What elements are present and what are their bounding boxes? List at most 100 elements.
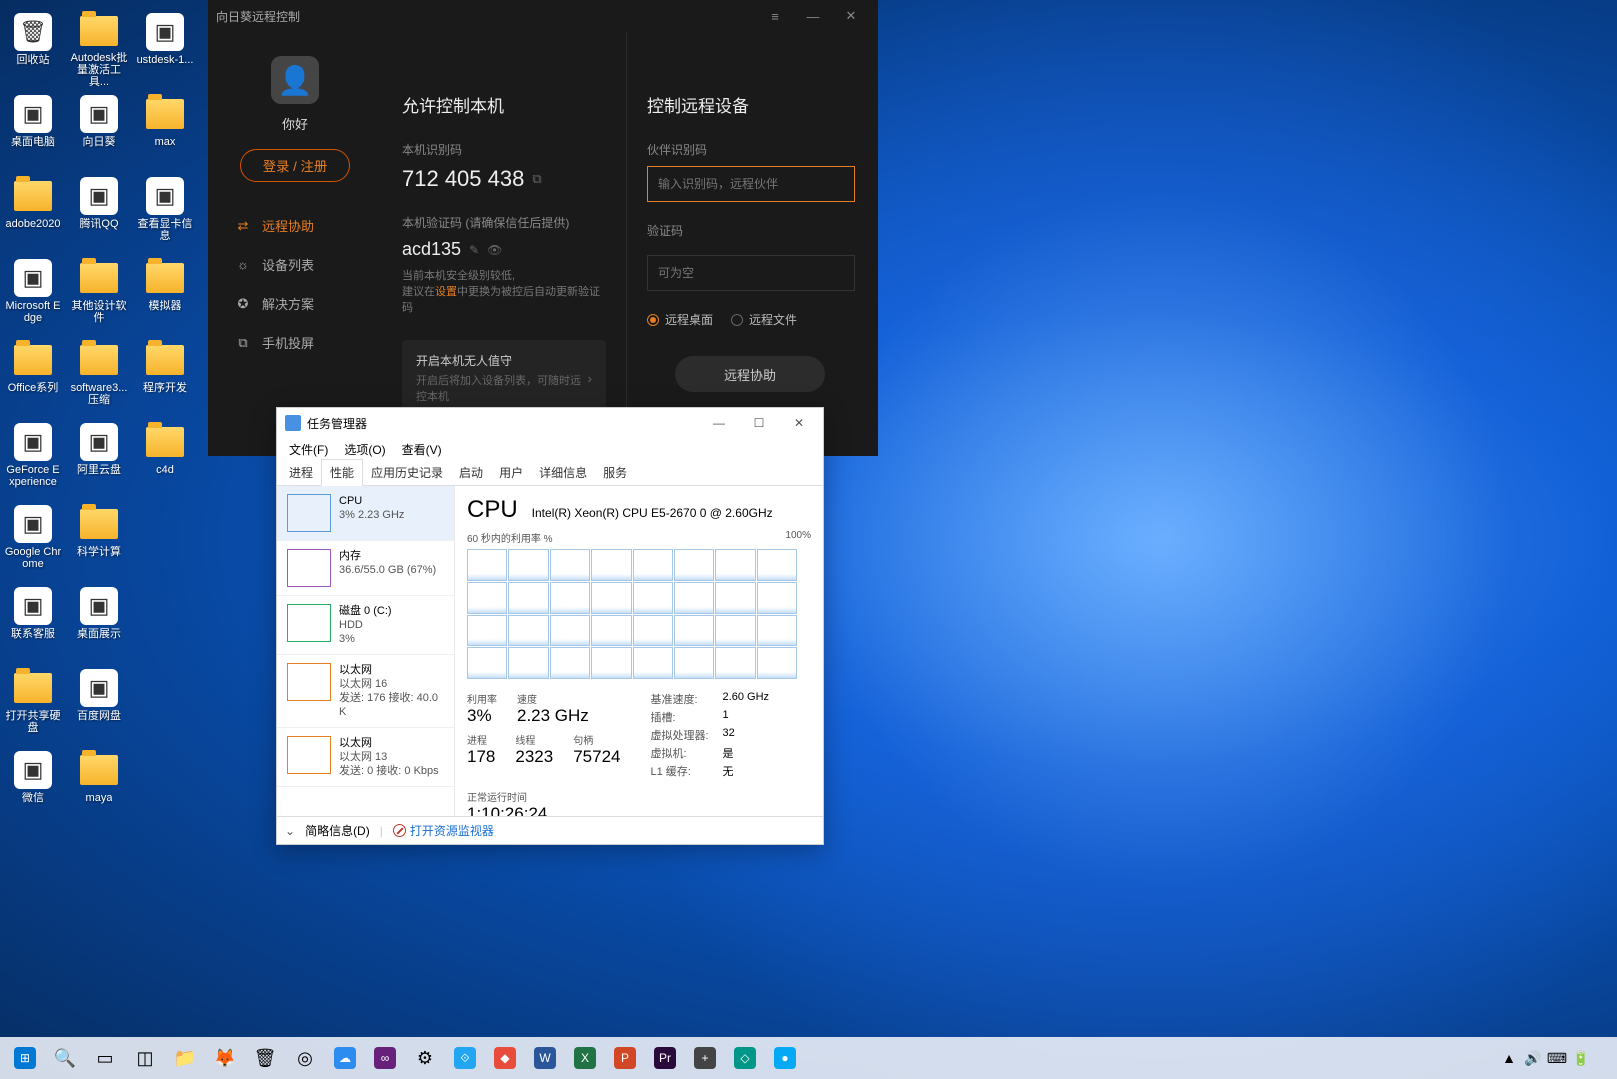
desktop-icon-9[interactable]: ▣微信 (4, 746, 62, 824)
unattended-card[interactable]: 开启本机无人值守 开启后将加入设备列表，可随时远控本机 › (402, 340, 606, 416)
menu-item-1[interactable]: 选项(O) (336, 439, 393, 460)
tray-icon-1[interactable]: 🔊 (1521, 1042, 1545, 1074)
nav-item-2[interactable]: ✪解决方案 (208, 284, 382, 323)
cpu-heading: CPU (467, 496, 518, 524)
resource-item-mem-1[interactable]: 内存36.6/55.0 GB (67%) (277, 541, 454, 596)
desktop-icon-8[interactable]: 打开共享硬盘 (4, 664, 62, 742)
cpu-core-cell (757, 647, 797, 679)
tab-用户[interactable]: 用户 (491, 460, 531, 485)
tab-进程[interactable]: 进程 (281, 460, 321, 485)
desktop-icon-13[interactable]: 其他设计软件 (70, 254, 128, 332)
desktop-icon-22[interactable]: ▣查看显卡信息 (136, 172, 194, 250)
desktop-icon-14[interactable]: software3... 压缩 (70, 336, 128, 414)
taskbar-word[interactable]: W (526, 1039, 564, 1077)
settings-link[interactable]: 设置 (435, 286, 457, 298)
nav-item-0[interactable]: ⇄远程协助 (208, 206, 382, 245)
minimize-icon[interactable]: — (794, 0, 832, 32)
desktop-icon-19[interactable]: maya (70, 746, 128, 824)
avatar-icon[interactable]: 👤 (271, 56, 319, 104)
partner-id-input[interactable] (647, 166, 855, 202)
nav-item-1[interactable]: ☼设备列表 (208, 245, 382, 284)
taskbar-recycle[interactable]: 🗑 (246, 1039, 284, 1077)
edit-icon[interactable]: ✎ (469, 243, 479, 257)
resource-item-disk-2[interactable]: 磁盘 0 (C:)HDD3% (277, 596, 454, 655)
desktop-icon-10[interactable]: Autodesk批量激活工具... (70, 8, 128, 86)
close-icon[interactable]: ✕ (832, 0, 870, 32)
sunflower-titlebar[interactable]: 向日葵远程控制 ≡ — ✕ (208, 0, 878, 32)
menu-item-2[interactable]: 查看(V) (394, 439, 450, 460)
taskbar-premiere[interactable]: Pr (646, 1039, 684, 1077)
taskbar-explorer[interactable]: 📁 (166, 1039, 204, 1077)
menu-icon[interactable]: ≡ (756, 0, 794, 32)
desktop-icon-3[interactable]: ▣Microsoft Edge (4, 254, 62, 332)
desktop-icon-4[interactable]: Office系列 (4, 336, 62, 414)
desktop-icon-6[interactable]: ▣Google Chrome (4, 500, 62, 578)
taskbar-app1[interactable]: ◆ (486, 1039, 524, 1077)
taskbar-chrome[interactable]: ◎ (286, 1039, 324, 1077)
tray-icon-2[interactable]: ⌨ (1545, 1042, 1569, 1074)
desktop-icon-5[interactable]: ▣GeForce Experience (4, 418, 62, 496)
taskbar-app3[interactable]: ● (766, 1039, 804, 1077)
login-register-button[interactable]: 登录 / 注册 (240, 149, 350, 182)
taskbar-ppt[interactable]: P (606, 1039, 644, 1077)
verify-code-label: 验证码 (647, 222, 858, 239)
desktop-icon-15[interactable]: ▣阿里云盘 (70, 418, 128, 496)
menu-item-0[interactable]: 文件(F) (281, 439, 336, 460)
cpu-core-cell (508, 647, 548, 679)
taskbar-start[interactable]: ⊞ (6, 1039, 44, 1077)
desktop-icon-1[interactable]: ▣桌面电脑 (4, 90, 62, 168)
tab-服务[interactable]: 服务 (595, 460, 635, 485)
radio-remote-desktop[interactable]: 远程桌面 (647, 311, 713, 328)
desktop-icon-18[interactable]: ▣百度网盘 (70, 664, 128, 742)
taskbar-widgets[interactable]: ◫ (126, 1039, 164, 1077)
tab-性能[interactable]: 性能 (321, 459, 363, 486)
cpu-core-cell (633, 582, 673, 614)
radio-remote-file[interactable]: 远程文件 (731, 311, 797, 328)
taskmgr-titlebar[interactable]: 任务管理器 — ☐ ✕ (277, 408, 823, 438)
taskbar-taskview[interactable]: ▭ (86, 1039, 124, 1077)
taskbar-settings[interactable]: ⚙ (406, 1039, 444, 1077)
nav-item-3[interactable]: ⧉手机投屏 (208, 323, 382, 362)
tray-icon-3[interactable]: 🔋 (1569, 1042, 1593, 1074)
taskbar-baidupan[interactable]: ☁ (326, 1039, 364, 1077)
folder-icon (79, 504, 119, 544)
taskbar-firefox[interactable]: 🦊 (206, 1039, 244, 1077)
taskbar-plus[interactable]: + (686, 1039, 724, 1077)
desktop-icon-16[interactable]: 科学计算 (70, 500, 128, 578)
collapse-icon[interactable]: ⌄ (285, 824, 295, 838)
taskbar-search[interactable]: 🔍 (46, 1039, 84, 1077)
desktop-icon-25[interactable]: c4d (136, 418, 194, 496)
eye-icon[interactable]: 👁 (487, 243, 502, 257)
copy-icon[interactable]: ⧉ (532, 171, 541, 187)
tab-启动[interactable]: 启动 (451, 460, 491, 485)
remote-assist-button[interactable]: 远程协助 (675, 356, 825, 392)
tray-icon-0[interactable]: ▲ (1497, 1042, 1521, 1074)
desktop-icon-12[interactable]: ▣腾讯QQ (70, 172, 128, 250)
desktop-icon-21[interactable]: max (136, 90, 194, 168)
minimize-icon[interactable]: — (699, 409, 739, 437)
open-resmon-link[interactable]: 打开资源监视器 (393, 822, 494, 839)
taskbar-vscode[interactable]: ⟐ (446, 1039, 484, 1077)
desktop-icon-23[interactable]: 模拟器 (136, 254, 194, 332)
close-icon[interactable]: ✕ (779, 409, 819, 437)
brief-info-link[interactable]: 简略信息(D) (305, 822, 370, 839)
taskbar-app2[interactable]: ◇ (726, 1039, 764, 1077)
maximize-icon[interactable]: ☐ (739, 409, 779, 437)
taskbar-vs[interactable]: ∞ (366, 1039, 404, 1077)
desktop-icon-24[interactable]: 程序开发 (136, 336, 194, 414)
tab-应用历史记录[interactable]: 应用历史记录 (363, 460, 451, 485)
tab-详细信息[interactable]: 详细信息 (531, 460, 595, 485)
desktop-icon-7[interactable]: ▣联系客服 (4, 582, 62, 660)
resource-item-net-3[interactable]: 以太网以太网 16发送: 176 接收: 40.0 K (277, 655, 454, 728)
desktop-icon-2[interactable]: adobe2020 (4, 172, 62, 250)
desktop-icon-17[interactable]: ▣桌面展示 (70, 582, 128, 660)
resource-item-net-4[interactable]: 以太网以太网 13发送: 0 接收: 0 Kbps (277, 728, 454, 787)
app-icon: ▣ (79, 668, 119, 708)
desktop-icon-20[interactable]: ▣ustdesk-1... (136, 8, 194, 86)
verify-code-input[interactable] (647, 255, 855, 291)
folder-icon (145, 340, 185, 380)
desktop-icon-0[interactable]: 🗑回收站 (4, 8, 62, 86)
desktop-icon-11[interactable]: ▣向日葵 (70, 90, 128, 168)
taskbar-excel[interactable]: X (566, 1039, 604, 1077)
resource-item-cpu-0[interactable]: CPU3% 2.23 GHz (277, 486, 454, 541)
